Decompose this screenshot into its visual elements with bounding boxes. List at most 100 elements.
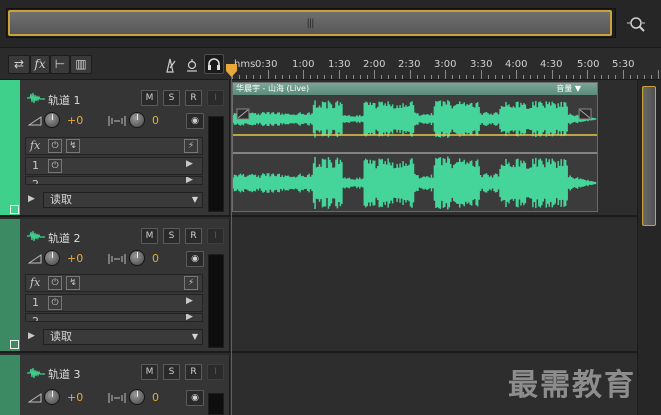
pan-knob[interactable] bbox=[129, 250, 145, 266]
waveform-channel-right bbox=[233, 156, 597, 210]
ruler-tick bbox=[579, 75, 581, 79]
pan-knob[interactable] bbox=[129, 112, 145, 128]
eq-toggle-button[interactable]: ▥ bbox=[70, 55, 92, 74]
effect-slot-2[interactable]: 2 ▶ bbox=[25, 176, 203, 185]
monitor-button[interactable] bbox=[204, 54, 224, 74]
track-1-header[interactable]: 轨道 1 M S R I +0 0 ◉ fx ⏻ ↯ ⚡ 1 ⏻ ▶ 2 ▶ ▶… bbox=[0, 80, 229, 217]
expand-arrow-icon[interactable]: ▶ bbox=[28, 194, 35, 204]
clip-header[interactable]: 华晨宇 - 山海 (Live) 音量 ▼ bbox=[233, 83, 597, 95]
stereo-button[interactable]: ◉ bbox=[186, 113, 204, 129]
pan-icon bbox=[108, 254, 126, 264]
volume-value[interactable]: +0 bbox=[67, 252, 83, 265]
audio-clip[interactable]: 华晨宇 - 山海 (Live) 音量 ▼ bbox=[232, 82, 598, 212]
clip-volume-menu[interactable]: 音量 ▼ bbox=[556, 83, 581, 95]
slot-arrow-icon[interactable]: ▶ bbox=[186, 296, 193, 306]
track-name[interactable]: 轨道 1 bbox=[48, 92, 81, 108]
pan-knob[interactable] bbox=[129, 389, 145, 405]
slot-arrow-icon[interactable]: ▶ bbox=[186, 159, 193, 169]
effect-slot-1[interactable]: 1 ⏻ ▶ bbox=[25, 294, 203, 312]
playhead-line[interactable] bbox=[231, 66, 232, 415]
volume-value[interactable]: +0 bbox=[67, 114, 83, 127]
mute-button[interactable]: M bbox=[141, 90, 158, 106]
vertical-scrollbar[interactable] bbox=[637, 80, 661, 415]
track-select-checkbox[interactable] bbox=[10, 205, 19, 214]
track-name[interactable]: 轨道 2 bbox=[48, 230, 81, 246]
slot-arrow-icon[interactable]: ▶ bbox=[186, 177, 193, 184]
pre-post-fader-icon[interactable]: ↯ bbox=[66, 276, 80, 290]
solo-button[interactable]: S bbox=[163, 364, 180, 380]
skip-to-start-icon[interactable] bbox=[184, 57, 200, 73]
stereo-button[interactable]: ◉ bbox=[186, 251, 204, 267]
track-name[interactable]: 轨道 3 bbox=[48, 366, 81, 382]
track-color-strip[interactable] bbox=[0, 219, 20, 351]
ruler-tick bbox=[473, 75, 475, 79]
effects-power-icon[interactable]: ⏻ bbox=[48, 276, 62, 290]
stereo-button[interactable]: ◉ bbox=[186, 390, 204, 406]
input-monitor-button[interactable]: I bbox=[207, 364, 224, 380]
slot-arrow-icon[interactable]: ▶ bbox=[186, 314, 193, 321]
input-monitor-button[interactable]: I bbox=[207, 228, 224, 244]
ruler-tick bbox=[381, 75, 383, 79]
track-3-header[interactable]: 轨道 3 M S R I +0 0 ◉ bbox=[0, 355, 229, 415]
volume-knob[interactable] bbox=[44, 112, 60, 128]
sends-toggle-button[interactable]: ⊢ bbox=[50, 55, 70, 74]
volume-value[interactable]: +0 bbox=[67, 391, 83, 404]
pan-value[interactable]: 0 bbox=[152, 252, 159, 265]
volume-knob[interactable] bbox=[44, 250, 60, 266]
mute-button[interactable]: M bbox=[141, 228, 158, 244]
effects-toggle-button[interactable]: fx bbox=[30, 55, 50, 74]
overview-bar: ||| bbox=[0, 0, 661, 48]
solo-button[interactable]: S bbox=[163, 90, 180, 106]
ruler-tick bbox=[324, 75, 326, 79]
slot-power-icon[interactable]: ⏻ bbox=[48, 296, 62, 310]
record-arm-button[interactable]: R bbox=[185, 364, 202, 380]
ruler-tick-label: 1:00 bbox=[292, 59, 315, 70]
ruler-tick bbox=[260, 75, 262, 79]
track-1-lane[interactable]: 华晨宇 - 山海 (Live) 音量 ▼ bbox=[229, 80, 637, 217]
track-select-checkbox[interactable] bbox=[10, 340, 19, 349]
automation-mode-select[interactable]: 读取 ▼ bbox=[43, 192, 203, 208]
ruler-tick-label: 3:30 bbox=[470, 59, 493, 70]
mute-button[interactable]: M bbox=[141, 364, 158, 380]
pan-value[interactable]: 0 bbox=[152, 391, 159, 404]
track-2-lane[interactable] bbox=[229, 219, 637, 353]
ruler-tick bbox=[650, 75, 652, 79]
lightning-icon[interactable]: ⚡ bbox=[184, 276, 198, 290]
record-arm-button[interactable]: R bbox=[185, 228, 202, 244]
zoom-to-fit-icon[interactable] bbox=[624, 12, 648, 36]
automation-mode-select[interactable]: 读取 ▼ bbox=[43, 329, 203, 345]
pre-post-fader-icon[interactable]: ↯ bbox=[66, 139, 80, 153]
ruler-tick-label: 4:30 bbox=[540, 59, 563, 70]
record-arm-button[interactable]: R bbox=[185, 90, 202, 106]
time-ruler[interactable]: hms 0:30 1:00 1:30 2:00 2:30 3:00 3:30 4… bbox=[229, 48, 661, 80]
playhead-marker-icon[interactable] bbox=[226, 64, 237, 77]
slot-power-icon[interactable]: ⏻ bbox=[48, 159, 62, 173]
volume-icon bbox=[28, 254, 42, 264]
ruler-tick bbox=[359, 75, 361, 79]
scrollbar-thumb[interactable] bbox=[642, 86, 656, 226]
stereo-icon: ◉ bbox=[191, 254, 199, 264]
pan-value[interactable]: 0 bbox=[152, 114, 159, 127]
ruler-tick bbox=[508, 75, 510, 79]
effects-power-icon[interactable]: ⏻ bbox=[48, 139, 62, 153]
slot-number: 1 bbox=[32, 159, 39, 172]
expand-arrow-icon[interactable]: ▶ bbox=[28, 331, 35, 341]
input-output-toggle-button[interactable]: ⇄ bbox=[8, 55, 30, 74]
input-monitor-button[interactable]: I bbox=[207, 90, 224, 106]
volume-knob[interactable] bbox=[44, 389, 60, 405]
ruler-tick bbox=[466, 75, 468, 79]
track-color-strip[interactable] bbox=[0, 80, 20, 215]
metronome-icon[interactable] bbox=[162, 57, 178, 73]
ruler-tick bbox=[629, 75, 631, 79]
stereo-icon: ◉ bbox=[191, 116, 199, 126]
track-color-strip[interactable] bbox=[0, 355, 20, 415]
ruler-tick bbox=[416, 75, 418, 79]
effect-slot-2[interactable]: 2 ▶ bbox=[25, 313, 203, 322]
level-meter bbox=[208, 116, 224, 212]
effect-slot-1[interactable]: 1 ⏻ ▶ bbox=[25, 157, 203, 175]
track-2-header[interactable]: 轨道 2 M S R I +0 0 ◉ fx ⏻ ↯ ⚡ 1 ⏻ ▶ 2 ▶ ▶… bbox=[0, 219, 229, 353]
track-toolbar: ⇄ fx ⊢ ▥ bbox=[0, 48, 228, 80]
solo-button[interactable]: S bbox=[163, 228, 180, 244]
overview-zoom-handle[interactable]: ||| bbox=[8, 10, 612, 36]
lightning-icon[interactable]: ⚡ bbox=[184, 139, 198, 153]
